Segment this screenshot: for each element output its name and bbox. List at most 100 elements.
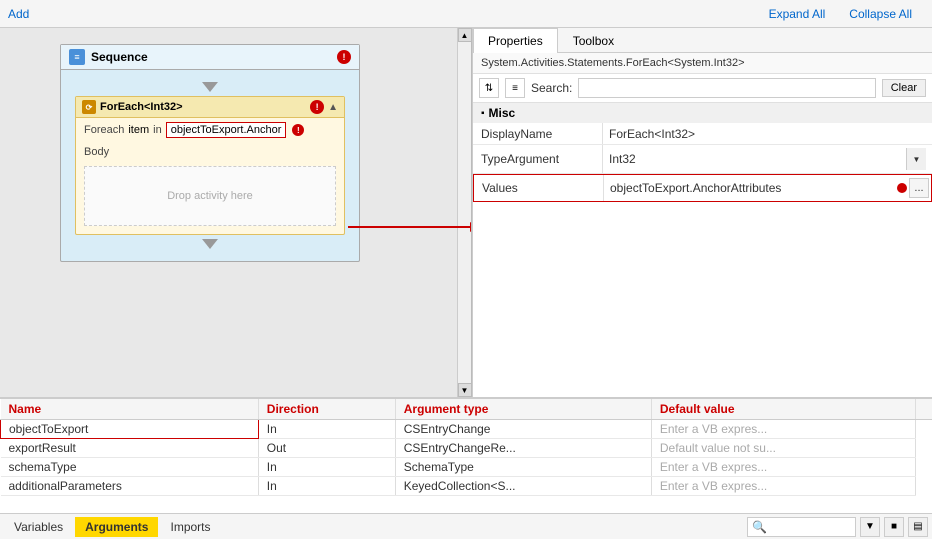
cell-default[interactable]: Default value not su... [651,439,915,458]
foreach-drop-area[interactable]: Drop activity here [84,166,336,226]
foreach-bottom-arrow [202,239,218,249]
bottom-tool-btn-1[interactable]: ▼ [860,517,880,537]
col-header-default: Default value [651,399,915,420]
cell-name[interactable]: schemaType [1,458,259,477]
cell-name[interactable]: exportResult [1,439,259,458]
bottom-search-icon: 🔍 [752,520,767,534]
section-toggle-misc[interactable]: ▪ [481,108,485,119]
prop-row-typeargument: TypeArgument Int32 ▼ [473,145,932,174]
foreach-error-badge: ! [310,100,324,114]
prop-value-typeargument: Int32 ▼ [603,145,932,173]
table-header-row: Name Direction Argument type Default val… [1,399,932,420]
values-ellipsis-btn[interactable]: ... [909,178,929,198]
tab-imports[interactable]: Imports [160,517,220,537]
scroll-down-btn[interactable]: ▼ [458,383,472,397]
foreach-label: ForEach<Int32> [100,101,183,113]
foreach-item-label: item [128,124,149,136]
foreach-controls: ! ▲ [310,100,338,114]
bottom-tab-bar: Variables Arguments Imports 🔍 ▼ ■ ▤ [0,513,932,539]
main-area: ≡ Sequence ! ⟳ ForEach<Int32> ! [0,28,932,397]
sequence-container: ≡ Sequence ! ⟳ ForEach<Int32> ! [60,44,360,262]
bottom-tool-btn-3[interactable]: ▤ [908,517,928,537]
arguments-table: Name Direction Argument type Default val… [0,399,932,496]
bottom-search-input[interactable] [771,521,851,533]
table-body: objectToExportInCSEntryChangeEnter a VB … [1,420,932,496]
cell-name[interactable]: additionalParameters [1,477,259,496]
foreach-in-label: in [153,124,162,136]
prop-name-displayname: DisplayName [473,123,603,144]
search-input[interactable] [578,78,875,98]
scroll-up-btn[interactable]: ▲ [458,28,472,42]
table-row: additionalParametersInKeyedCollection<S.… [1,477,932,496]
cell-direction: In [258,458,395,477]
values-actions: ... [897,178,929,198]
table-row: schemaTypeInSchemaTypeEnter a VB expres.… [1,458,932,477]
cell-default[interactable]: Enter a VB expres... [651,420,915,439]
prop-section-misc: ▪ Misc [473,103,932,123]
typeargument-dropdown-arrow[interactable]: ▼ [906,148,926,170]
add-button[interactable]: Add [8,7,29,21]
prop-value-values[interactable]: objectToExport.AnchorAttributes ... [604,175,931,201]
bottom-tool-btn-2[interactable]: ■ [884,517,904,537]
prop-row-values: Values objectToExport.AnchorAttributes .… [473,174,932,202]
cell-argtype: CSEntryChange [395,420,651,439]
foreach-row: Foreach item in objectToExport.Anchor ! [76,118,344,142]
tab-toolbox[interactable]: Toolbox [558,28,629,53]
values-value-text: objectToExport.AnchorAttributes [610,181,781,195]
sort-az-btn[interactable]: ⇅ [479,78,499,98]
section-misc-label: Misc [489,106,516,120]
sort-category-btn[interactable]: ≡ [505,78,525,98]
col-header-argtype: Argument type [395,399,651,420]
bottom-toolbar-right: 🔍 ▼ ■ ▤ [747,517,928,537]
prop-name-typeargument: TypeArgument [473,145,603,173]
scroll-track [458,42,471,383]
ellipsis-icon: ... [914,182,923,194]
typeargument-value-text[interactable]: Int32 [609,152,636,166]
cell-argtype: SchemaType [395,458,651,477]
cell-argtype: CSEntryChangeRe... [395,439,651,458]
designer-vscroll[interactable]: ▲ ▼ [457,28,471,397]
sort-category-icon: ≡ [512,83,518,94]
prop-search-bar: ⇅ ≡ Search: Clear [473,74,932,103]
expand-all-button[interactable]: Expand All [769,7,826,21]
properties-pane: Properties Toolbox System.Activities.Sta… [472,28,932,397]
prop-grid: ▪ Misc DisplayName ForEach<Int32> TypeAr… [473,103,932,397]
clear-button[interactable]: Clear [882,79,926,97]
values-error-dot [897,183,907,193]
cell-direction: Out [258,439,395,458]
bottom-search-box[interactable]: 🔍 [747,517,856,537]
cell-default[interactable]: Enter a VB expres... [651,477,915,496]
designer-pane: ≡ Sequence ! ⟳ ForEach<Int32> ! [0,28,472,397]
sequence-label: Sequence [91,50,148,64]
sequence-header: ≡ Sequence ! [61,45,359,70]
tab-properties[interactable]: Properties [473,28,558,53]
foreach-value-box[interactable]: objectToExport.Anchor [166,122,287,138]
foreach-foreach-label: Foreach [84,124,124,136]
search-label: Search: [531,81,572,95]
bottom-table-area: Name Direction Argument type Default val… [0,399,932,513]
cell-direction: In [258,477,395,496]
prop-row-displayname: DisplayName ForEach<Int32> [473,123,932,145]
col-header-scroll [916,399,932,420]
prop-name-values: Values [474,175,604,201]
tab-variables[interactable]: Variables [4,517,73,537]
cell-direction: In [258,420,395,439]
bottom-panel: Name Direction Argument type Default val… [0,397,932,539]
foreach-block: ⟳ ForEach<Int32> ! ▲ Foreach item in obj… [75,96,345,235]
col-header-name: Name [1,399,259,420]
table-row: objectToExportInCSEntryChangeEnter a VB … [1,420,932,439]
cell-default[interactable]: Enter a VB expres... [651,458,915,477]
sequence-title: ≡ Sequence [69,49,148,65]
prop-value-displayname[interactable]: ForEach<Int32> [603,123,932,144]
foreach-body-label: Body [76,142,344,162]
drop-label: Drop activity here [167,190,253,202]
tab-arguments[interactable]: Arguments [75,517,158,537]
top-toolbar: Add Expand All Collapse All [0,0,932,28]
sequence-error-badge: ! [337,50,351,64]
cell-name[interactable]: objectToExport [1,420,259,439]
collapse-all-button[interactable]: Collapse All [849,7,912,21]
foreach-value-error: ! [292,124,304,136]
cell-argtype: KeyedCollection<S... [395,477,651,496]
connector-arrow [348,226,472,228]
foreach-collapse-btn[interactable]: ▲ [328,102,338,113]
